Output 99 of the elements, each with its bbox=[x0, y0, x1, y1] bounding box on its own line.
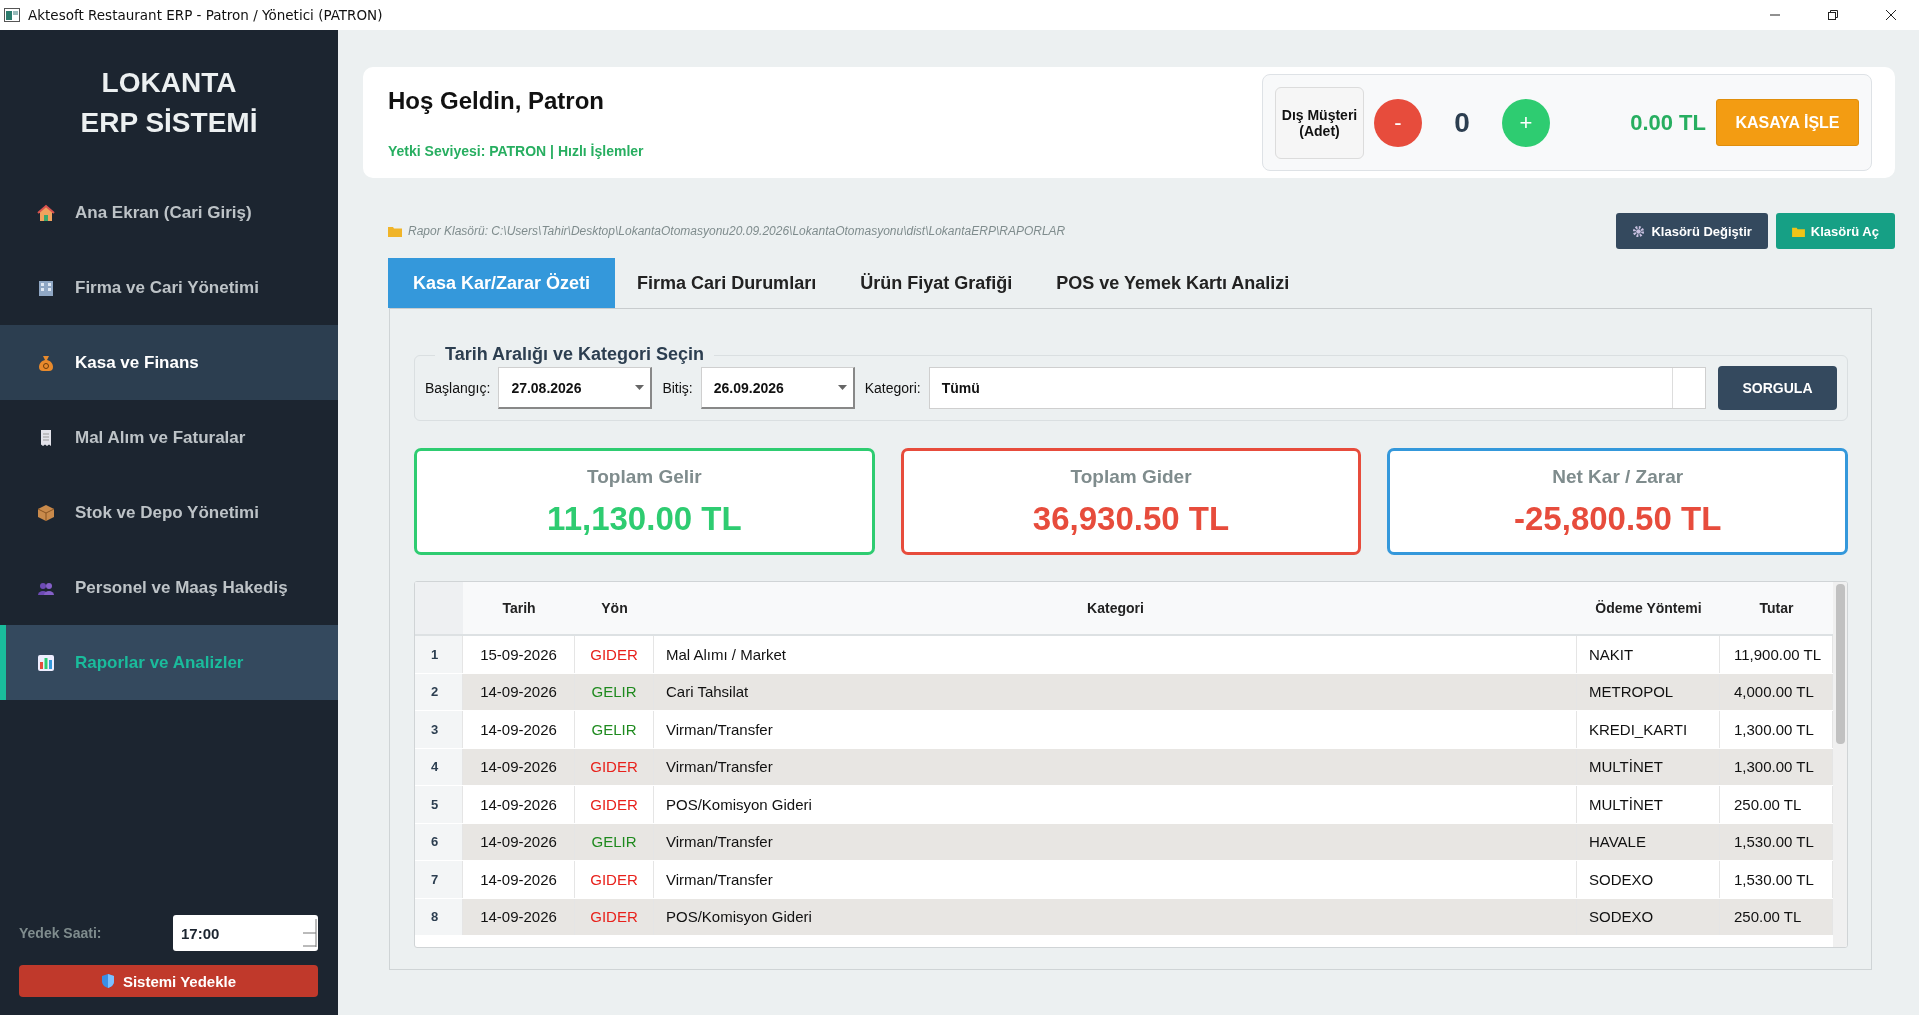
spin-icon[interactable] bbox=[303, 918, 317, 948]
table-cell: Mal Alımı / Market bbox=[654, 636, 1577, 673]
card-value: -25,800.50 TL bbox=[1514, 499, 1722, 538]
count-value: 0 bbox=[1453, 106, 1471, 139]
nav-item[interactable]: Ana Ekran (Cari Giriş) bbox=[0, 175, 338, 250]
restore-icon[interactable] bbox=[1827, 9, 1839, 21]
nav-item[interactable]: Mal Alım ve Faturalar bbox=[0, 400, 338, 475]
bar-chart-icon bbox=[37, 653, 55, 672]
card-value: 11,130.00 TL bbox=[547, 499, 742, 538]
row-number: 8 bbox=[415, 898, 463, 935]
category-label: Kategori: bbox=[864, 380, 921, 396]
dropdown-icon bbox=[837, 385, 847, 390]
nav-item[interactable]: Stok ve Depo Yönetimi bbox=[0, 475, 338, 550]
card-label: Toplam Gelir bbox=[586, 465, 702, 488]
table-cell: 14-09-2026 bbox=[463, 861, 575, 898]
table-cell: GIDER bbox=[575, 748, 654, 785]
table-cell: MULTİNET bbox=[1577, 748, 1720, 785]
table-cell: POS/Komisyon Gideri bbox=[654, 898, 1577, 935]
money-bag-icon bbox=[37, 353, 55, 372]
column-header[interactable]: Tutar bbox=[1720, 582, 1833, 634]
table-cell: POS/Komisyon Gideri bbox=[654, 786, 1577, 823]
column-header[interactable]: Kategori bbox=[654, 582, 1577, 634]
column-header[interactable]: Ödeme Yöntemi bbox=[1577, 582, 1720, 634]
table-cell: HAVALE bbox=[1577, 823, 1720, 860]
tab[interactable]: POS ve Yemek Kartı Analizi bbox=[1034, 258, 1312, 308]
dropdown-icon bbox=[635, 385, 645, 390]
table-cell: 14-09-2026 bbox=[463, 711, 575, 748]
card-label: Net Kar / Zarar bbox=[1552, 465, 1684, 488]
close-icon[interactable] bbox=[1885, 9, 1897, 21]
table-cell: 14-09-2026 bbox=[463, 673, 575, 710]
table-cell: Virman/Transfer bbox=[654, 861, 1577, 898]
table-cell: 14-09-2026 bbox=[463, 786, 575, 823]
nav-item[interactable]: Personel ve Maaş Hakediş bbox=[0, 550, 338, 625]
folder-icon bbox=[1791, 225, 1805, 237]
table-cell: Virman/Transfer bbox=[654, 823, 1577, 860]
table-cell: GIDER bbox=[575, 898, 654, 935]
column-header[interactable]: Tarih bbox=[463, 582, 575, 634]
time-field[interactable]: 17:00 bbox=[173, 915, 318, 951]
table-cell: SODEXO bbox=[1577, 861, 1720, 898]
total-amount: 0.00 TL bbox=[1630, 109, 1706, 136]
row-number: 7 bbox=[415, 861, 463, 898]
row-number: 1 bbox=[415, 636, 463, 673]
start-label: Başlangıç: bbox=[425, 380, 491, 396]
table-cell: Cari Tahsilat bbox=[654, 673, 1577, 710]
nav-item[interactable]: Kasa ve Finans bbox=[0, 325, 338, 400]
card-value: 36,930.50 TL bbox=[1032, 499, 1230, 538]
report-folder-path: Rapor Klasörü: C:\Users\Tahir\Desktop\LokantaOtomasyonu20.09.2026\LokantaOtomasyonu\dist\LokantaERP\RAPORLAR bbox=[408, 224, 1066, 238]
table-cell: GIDER bbox=[575, 786, 654, 823]
table-cell: 15-09-2026 bbox=[463, 636, 575, 673]
table-cell: Virman/Transfer bbox=[654, 748, 1577, 785]
table-cell: MULTİNET bbox=[1577, 786, 1720, 823]
permission-label: Yetki Seviyesi: PATRON | Hızlı İşlemler bbox=[388, 142, 644, 159]
building-icon bbox=[37, 278, 55, 297]
table-cell: GELIR bbox=[575, 823, 654, 860]
group-title: Tarih Aralığı ve Kategori Seçin bbox=[435, 344, 715, 365]
house-icon bbox=[37, 203, 55, 222]
tab[interactable]: Ürün Fiyat Grafiği bbox=[838, 258, 1035, 308]
nav-item[interactable]: Firma ve Cari Yönetimi bbox=[0, 250, 338, 325]
table-cell: 14-09-2026 bbox=[463, 898, 575, 935]
card-label: Toplam Gider bbox=[1070, 465, 1192, 488]
backup-time-label: Yedek Saati: bbox=[19, 925, 102, 941]
table-cell: GIDER bbox=[575, 636, 654, 673]
table-cell: METROPOL bbox=[1577, 673, 1720, 710]
tab[interactable]: Firma Cari Durumları bbox=[615, 258, 839, 308]
walk-in-label: Dış Müşteri (Adet) bbox=[1275, 86, 1364, 159]
table-cell: NAKIT bbox=[1577, 636, 1720, 673]
scrollbar[interactable] bbox=[1833, 582, 1847, 947]
change-folder-button[interactable]: Klasörü Değiştir bbox=[1616, 213, 1768, 249]
box-icon bbox=[37, 503, 55, 522]
table-cell: 14-09-2026 bbox=[463, 823, 575, 860]
app-icon bbox=[4, 8, 20, 22]
window-title: Aktesoft Restaurant ERP - Patron / Yönetici (PATRON) bbox=[28, 7, 383, 23]
column-header[interactable]: Yön bbox=[575, 582, 654, 634]
table-cell: KREDI_KARTI bbox=[1577, 711, 1720, 748]
row-number: 3 bbox=[415, 711, 463, 748]
folder-icon bbox=[388, 225, 402, 237]
app-title: ERP SİSTEMİ bbox=[80, 105, 258, 140]
row-number: 5 bbox=[415, 786, 463, 823]
table-cell: 14-09-2026 bbox=[463, 748, 575, 785]
table-cell: SODEXO bbox=[1577, 898, 1720, 935]
nav-item[interactable]: Raporlar ve Analizler bbox=[0, 625, 338, 700]
end-date-field[interactable]: 26.09.2026 bbox=[700, 367, 855, 409]
gear-icon bbox=[1632, 224, 1646, 238]
greeting: Hoş Geldin, Patron bbox=[388, 86, 606, 115]
row-number: 2 bbox=[415, 673, 463, 710]
row-number: 4 bbox=[415, 748, 463, 785]
backup-button[interactable]: Sistemi Yedekle bbox=[19, 965, 318, 997]
app-title: LOKANTA bbox=[101, 65, 237, 100]
table-cell: Virman/Transfer bbox=[654, 711, 1577, 748]
query-button[interactable]: SORGULA bbox=[1718, 366, 1837, 410]
end-label: Bitiş: bbox=[662, 380, 693, 396]
table-cell: GIDER bbox=[575, 861, 654, 898]
table-cell: GELIR bbox=[575, 711, 654, 748]
start-date-field[interactable]: 27.08.2026 bbox=[498, 367, 653, 409]
category-field[interactable]: Tümü bbox=[928, 367, 1706, 409]
decrement-button[interactable]: - bbox=[1374, 98, 1422, 147]
shield-icon bbox=[100, 973, 115, 989]
row-number: 6 bbox=[415, 823, 463, 860]
table-cell: GELIR bbox=[575, 673, 654, 710]
